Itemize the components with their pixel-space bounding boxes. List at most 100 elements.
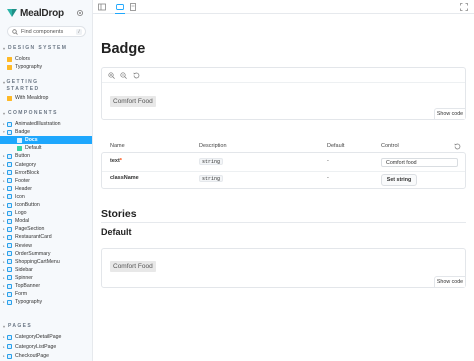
preview-toolbar	[102, 68, 465, 83]
component-icon	[7, 251, 12, 257]
arg-type-text: string	[199, 158, 224, 165]
search-placeholder: Find components	[21, 28, 64, 35]
table-header-control: Control	[381, 143, 399, 149]
sidebar-item-logo[interactable]: ▸ Logo	[0, 209, 92, 217]
component-icon	[7, 259, 12, 265]
divider	[101, 222, 466, 223]
sidebar-item-colors[interactable]: Colors	[0, 55, 92, 63]
section-design-system[interactable]: ▾ DESIGN SYSTEM	[3, 45, 67, 51]
preview-canvas: Comfort Food Show code	[101, 67, 466, 120]
sidebar-item-shoppingcartmenu[interactable]: ▸ ShoppingCartMenu	[0, 258, 92, 266]
search-shortcut: /	[76, 29, 82, 35]
component-icon	[7, 210, 12, 216]
sidebar-item-pagesection[interactable]: ▸ PageSection	[0, 225, 92, 233]
sidebar-item-icon[interactable]: ▸ Icon	[0, 193, 92, 201]
sidebar-item-badge[interactable]: ▾ Badge	[0, 128, 92, 136]
toolbar	[93, 0, 474, 14]
page-title: Badge	[101, 41, 146, 57]
active-tab-indicator	[115, 12, 125, 14]
sidebar-toggle-icon[interactable]	[98, 3, 106, 11]
component-icon	[7, 234, 12, 240]
document-icon	[7, 56, 12, 62]
component-icon	[7, 170, 12, 176]
canvas-icon[interactable]	[116, 3, 124, 11]
show-code-button[interactable]: Show code	[434, 276, 465, 287]
component-icon	[7, 178, 12, 184]
sidebar-item-restaurantcard[interactable]: ▸ RestaurantCard	[0, 233, 92, 241]
story-name: Default	[101, 227, 132, 237]
sidebar-item-topbanner[interactable]: ▸ TopBanner	[0, 282, 92, 290]
component-icon	[7, 218, 12, 224]
sidebar-item-typography[interactable]: Typography	[0, 63, 92, 71]
component-icon	[7, 243, 12, 248]
sidebar-item-categorydetailpage[interactable]: ▸ CategoryDetailPage	[0, 333, 92, 341]
gear-icon[interactable]	[76, 9, 84, 17]
component-icon	[7, 202, 12, 208]
table-header-description: Description	[199, 143, 227, 149]
show-code-button[interactable]: Show code	[434, 108, 465, 119]
sidebar-item-review[interactable]: ▸ Review	[0, 242, 92, 250]
component-icon	[7, 194, 12, 200]
component-icon	[7, 299, 12, 305]
sidebar-item-categorylistpage[interactable]: ▸ CategoryListPage	[0, 343, 92, 351]
sidebar-item-footer[interactable]: ▸ Footer	[0, 177, 92, 185]
section-getting-started[interactable]: ▾ GETTING STARTED	[3, 79, 53, 93]
component-icon	[7, 153, 12, 159]
arg-default-text: -	[327, 158, 329, 164]
component-icon	[7, 186, 12, 192]
zoom-reset-icon[interactable]	[133, 72, 140, 79]
docs-icon[interactable]	[129, 3, 137, 11]
sidebar-item-button[interactable]: ▸ Button	[0, 152, 92, 160]
sidebar-item-iconbutton[interactable]: ▸ IconButton	[0, 201, 92, 209]
sidebar-item-with-mealdrop[interactable]: With Mealdrop	[0, 94, 92, 102]
arg-default-classname: -	[327, 175, 329, 181]
sidebar-item-errorblock[interactable]: ▸ ErrorBlock	[0, 169, 92, 177]
row-divider	[102, 171, 465, 172]
badge-story: Comfort Food	[110, 261, 156, 272]
required-marker: *	[119, 158, 122, 164]
document-icon	[7, 95, 12, 101]
brand[interactable]: MealDrop	[7, 7, 64, 19]
component-icon	[7, 334, 12, 340]
sidebar-item-category[interactable]: ▸ Category	[0, 161, 92, 169]
sidebar-item-form[interactable]: ▸ Form	[0, 290, 92, 298]
sidebar-item-ordersummary[interactable]: ▸ OrderSummary	[0, 250, 92, 258]
component-icon	[7, 353, 12, 359]
sidebar-item-animatedillustration[interactable]: ▸ AnimatedIllustration	[0, 120, 92, 128]
sidebar-item-spinner[interactable]: ▸ Spinner	[0, 274, 92, 282]
sidebar-item-modal[interactable]: ▸ Modal	[0, 217, 92, 225]
zoom-in-icon[interactable]	[108, 72, 115, 79]
sidebar-item-checkoutpage[interactable]: ▸ CheckoutPage	[0, 352, 92, 360]
component-icon	[7, 283, 12, 289]
text-control-input[interactable]: Comfort food	[381, 158, 458, 167]
story-icon	[17, 145, 22, 151]
sidebar-item-typography[interactable]: ▸ Typography	[0, 298, 92, 306]
section-components[interactable]: ▾ COMPONENTS	[3, 110, 58, 116]
arg-type-classname: string	[199, 175, 224, 182]
arg-name-classname: className	[110, 175, 139, 181]
arg-name-text: text*	[110, 158, 122, 164]
component-icon	[7, 162, 12, 167]
mealdrop-logo-icon	[7, 9, 17, 17]
table-header-default: Default	[327, 143, 345, 149]
table-header-name: Name	[110, 143, 125, 149]
document-icon	[17, 137, 22, 143]
fullscreen-icon[interactable]	[460, 3, 468, 11]
search-icon	[12, 28, 18, 35]
search-input[interactable]: Find components /	[7, 26, 86, 37]
zoom-out-icon[interactable]	[120, 72, 127, 79]
sidebar-item-header[interactable]: ▸ Header	[0, 185, 92, 193]
sidebar-item-docs[interactable]: Docs	[0, 136, 92, 145]
sidebar-item-default[interactable]: Default	[0, 144, 92, 152]
sidebar: MealDrop Find components / ▾ DESIGN SYST…	[0, 0, 93, 361]
sidebar-item-sidebar[interactable]: ▸ Sidebar	[0, 266, 92, 274]
set-string-button[interactable]: Set string	[381, 174, 417, 186]
component-icon	[7, 291, 12, 297]
component-icon	[7, 267, 12, 273]
section-pages[interactable]: ▾ PAGES	[3, 323, 32, 329]
component-icon	[7, 129, 12, 135]
component-icon	[7, 121, 12, 127]
story-canvas: Comfort Food Show code	[101, 248, 466, 288]
badge-preview: Comfort Food	[110, 96, 156, 107]
reset-controls-icon[interactable]	[454, 143, 461, 150]
